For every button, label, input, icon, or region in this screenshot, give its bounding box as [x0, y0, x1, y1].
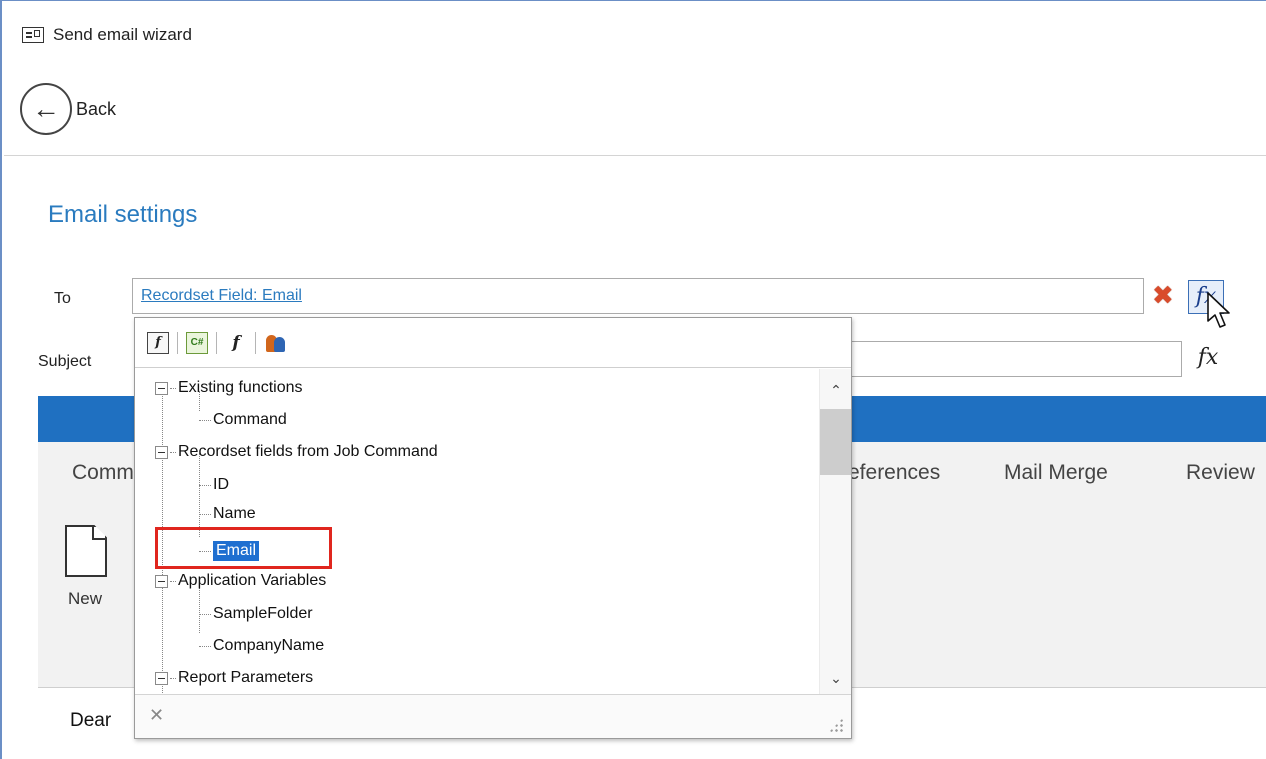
tab-commands[interactable]: Comm: [72, 461, 134, 485]
email-wizard-window: Send email wizard ← Back Email settings …: [0, 0, 1266, 759]
scroll-up-icon[interactable]: ⌃: [820, 377, 852, 403]
new-document-fold: [92, 525, 107, 540]
window-title: Send email wizard: [53, 25, 192, 44]
toolbar-separator: [216, 331, 217, 354]
tree-group-report-parameters[interactable]: Report Parameters: [155, 663, 313, 693]
field-picker-popup: f C# f Existing functions Command Record…: [134, 317, 852, 739]
tree-label: Name: [213, 505, 256, 522]
tree-item-id[interactable]: ID: [199, 470, 229, 500]
tree-label: ID: [213, 476, 229, 493]
title-bar: Send email wizard: [22, 15, 192, 55]
back-arrow-icon: ←: [20, 83, 72, 135]
scrollbar-thumb[interactable]: [820, 409, 851, 475]
tree-label: Report Parameters: [178, 669, 314, 686]
tree-label: SampleFolder: [213, 605, 313, 622]
fx-button-subject[interactable]: fx: [1190, 341, 1226, 375]
tab-references[interactable]: eferences: [848, 461, 940, 485]
scroll-down-icon[interactable]: ⌄: [820, 665, 852, 691]
popup-toolbar: f C# f: [135, 318, 851, 368]
tree-label: Command: [213, 411, 287, 428]
tree-label: CompanyName: [213, 637, 325, 654]
tree-label-selected: Email: [213, 541, 260, 561]
tree-connector: [199, 419, 211, 421]
back-label: Back: [76, 98, 117, 119]
tree-label: Application Variables: [178, 572, 327, 589]
tree-connector: [170, 677, 176, 679]
field-tree: Existing functions Command Recordset fie…: [135, 369, 819, 694]
tree-scrollbar[interactable]: ⌃ ⌄: [819, 369, 851, 694]
clear-icon[interactable]: ✖: [1152, 282, 1174, 308]
tree-item-samplefolder[interactable]: SampleFolder: [199, 599, 313, 629]
tree-connector: [170, 387, 176, 389]
tree-connector: [199, 645, 211, 647]
to-field-link[interactable]: Recordset Field: Email: [141, 287, 302, 304]
tree-item-name[interactable]: Name: [199, 502, 256, 526]
tree-connector: [170, 580, 176, 582]
users-icon[interactable]: [264, 332, 286, 354]
editor-text[interactable]: Dear: [70, 710, 111, 732]
header-divider: [4, 155, 1266, 156]
collapse-icon[interactable]: [155, 445, 168, 459]
back-button[interactable]: ← Back: [20, 83, 116, 135]
tree-item-companyname[interactable]: CompanyName: [199, 631, 324, 661]
tree-connector: [199, 613, 211, 615]
function-icon[interactable]: f: [147, 331, 169, 354]
tab-mail-merge[interactable]: Mail Merge: [1004, 461, 1108, 485]
tree-group-application-variables[interactable]: Application Variables: [155, 566, 326, 596]
tree-group-existing-functions[interactable]: Existing functions: [155, 373, 303, 403]
collapse-icon[interactable]: [155, 671, 168, 685]
tab-review[interactable]: Review: [1186, 461, 1255, 485]
tree-item-email[interactable]: Email: [199, 536, 260, 566]
csharp-script-icon[interactable]: C#: [186, 331, 208, 354]
collapse-icon[interactable]: [155, 574, 168, 588]
tree-label: Recordset fields from Job Command: [178, 443, 438, 460]
toolbar-separator: [255, 331, 256, 354]
to-field[interactable]: Recordset Field: Email: [132, 278, 1144, 314]
new-button-label[interactable]: New: [68, 589, 102, 609]
subject-label: Subject: [38, 353, 92, 370]
tree-connector: [199, 550, 211, 552]
close-icon[interactable]: ✕: [149, 705, 164, 726]
collapse-icon[interactable]: [155, 381, 168, 395]
tree-item-command[interactable]: Command: [199, 405, 287, 435]
tree-connector: [199, 513, 211, 515]
toolbar-separator: [177, 331, 178, 354]
to-label: To: [54, 290, 71, 307]
tree-label: Existing functions: [178, 379, 303, 396]
section-title: Email settings: [48, 201, 198, 228]
tree-connector: [170, 451, 176, 453]
mouse-cursor-icon: [1207, 292, 1230, 328]
function-builder-icon[interactable]: f: [225, 332, 247, 354]
tree-connector: [199, 484, 211, 486]
subject-field[interactable]: [850, 341, 1182, 377]
popup-footer: ✕: [135, 694, 851, 738]
window-icon: [22, 27, 44, 43]
resize-grip-icon[interactable]: [829, 718, 843, 732]
tree-group-recordset-fields[interactable]: Recordset fields from Job Command: [155, 437, 438, 467]
